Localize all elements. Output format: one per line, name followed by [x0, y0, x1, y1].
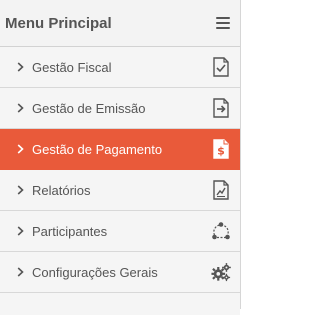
menu-item-relatorios[interactable]: Relatórios	[0, 170, 240, 211]
chevron-right-icon	[17, 144, 27, 154]
chevron-right-icon	[17, 226, 27, 236]
network-icon	[211, 220, 231, 242]
menu-item-label: Gestão Fiscal	[32, 59, 112, 75]
main-menu-panel: Menu Principal Gestão Fiscal Gestão de E…	[0, 0, 241, 315]
menu-item-label: Participantes	[32, 223, 108, 239]
menu-item-label: Gestão de Emissão	[32, 100, 146, 116]
menu-bottom-spacer	[0, 293, 240, 315]
hamburger-menu-icon[interactable]	[216, 17, 230, 30]
menu-title: Menu Principal	[5, 14, 112, 32]
menu-item-configuracoes-gerais[interactable]: Configurações Gerais	[0, 252, 240, 293]
menu-item-gestao-fiscal[interactable]: Gestão Fiscal	[0, 47, 240, 88]
chevron-right-icon	[17, 62, 27, 72]
menu-item-label: Configurações Gerais	[32, 264, 158, 280]
menu-item-label: Relatórios	[32, 182, 91, 198]
document-chart-icon	[211, 179, 231, 201]
chevron-right-icon	[17, 185, 27, 195]
chevron-right-icon	[17, 103, 27, 113]
menu-item-label: Gestão de Pagamento	[32, 141, 163, 157]
document-check-icon	[211, 56, 231, 78]
menu-item-participantes[interactable]: Participantes	[0, 211, 240, 252]
menu-item-gestao-de-pagamento[interactable]: Gestão de Pagamento $	[0, 129, 240, 170]
svg-text:$: $	[217, 145, 225, 158]
chevron-right-icon	[17, 267, 27, 277]
menu-item-gestao-de-emissao[interactable]: Gestão de Emissão	[0, 88, 240, 129]
document-dollar-icon: $	[211, 138, 231, 160]
gears-icon	[211, 261, 231, 283]
menu-header: Menu Principal	[0, 0, 240, 47]
document-export-icon	[211, 97, 231, 119]
